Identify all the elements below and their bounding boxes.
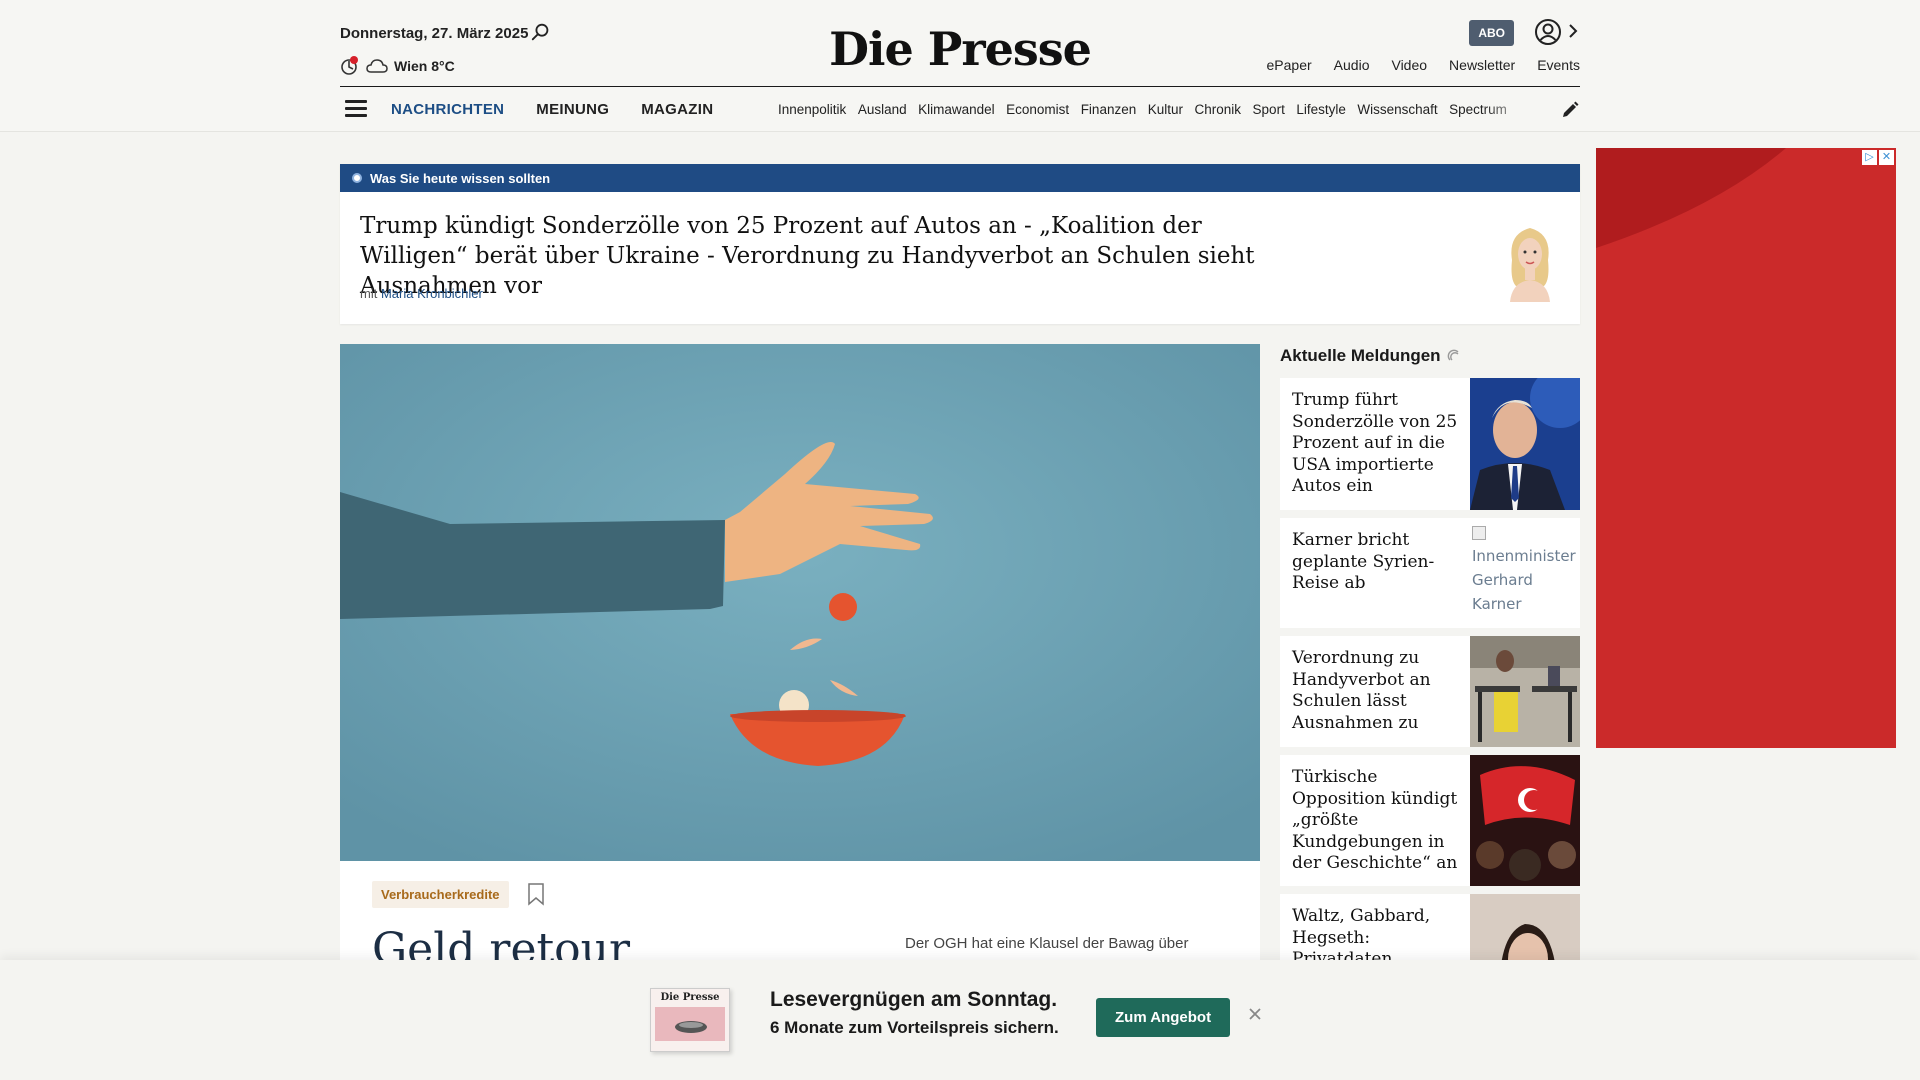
briefing-title[interactable]: Trump kündigt Sonderzölle von 25 Prozent… <box>360 211 1260 301</box>
promo-subline: 6 Monate zum Vorteilspreis sichern. <box>770 1018 1059 1037</box>
section-innenpolitik[interactable]: Innenpolitik <box>778 102 846 117</box>
subscription-banner: Die Presse Lesevergnügen am Sonntag. 6 M… <box>0 960 1920 1080</box>
hero-article: Verbraucherkredite Geld retour Der OGH h… <box>340 344 1260 1000</box>
section-finanzen[interactable]: Finanzen <box>1081 102 1137 117</box>
pencil-icon[interactable] <box>1560 100 1580 120</box>
header-inner: Donnerstag, 27. März 2025 Wien 8°C Die P… <box>340 0 1580 132</box>
briefing-dot-icon <box>352 173 362 183</box>
promo-headline: Lesevergnügen am Sonntag. <box>770 988 1058 1011</box>
list-item[interactable]: Türkische Opposition kündigt „größte Kun… <box>1280 755 1580 886</box>
utility-links: ePaper Audio Video Newsletter Events <box>1267 57 1580 73</box>
menu-icon[interactable] <box>345 100 367 118</box>
article-tag[interactable]: Verbraucherkredite <box>372 881 509 908</box>
ad-close-icon[interactable]: ✕ <box>1879 150 1894 165</box>
image-alt-text: Innenminister Gerhard Karner <box>1472 547 1576 613</box>
news-thumbnail <box>1470 755 1580 886</box>
header-divider <box>340 86 1580 87</box>
util-link-video[interactable]: Video <box>1391 57 1427 73</box>
briefing-author: mit Maria Kronbichler <box>360 286 483 301</box>
util-link-newsletter[interactable]: Newsletter <box>1449 57 1515 73</box>
section-klimawandel[interactable]: Klimawandel <box>918 102 995 117</box>
advertisement[interactable]: ▷ ✕ <box>1596 148 1896 748</box>
briefing-bar: Was Sie heute wissen sollten <box>340 164 1580 192</box>
news-title: Verordnung zu Handyverbot an Schulen läs… <box>1292 648 1431 733</box>
cover-logo: Die Presse <box>660 992 720 1003</box>
author-name[interactable]: Maria Kronbichler <box>381 286 483 301</box>
hero-teaser: Der OGH hat eine Klausel der Bawag über <box>905 935 1189 952</box>
util-link-audio[interactable]: Audio <box>1334 57 1370 73</box>
news-thumbnail <box>1470 636 1580 747</box>
author-prefix: mit <box>360 286 378 301</box>
main-nav: NACHRICHTEN MEINUNG MAGAZIN <box>391 101 713 118</box>
ad-graphic <box>1596 148 1896 748</box>
section-chronik[interactable]: Chronik <box>1195 102 1242 117</box>
news-sidebar: Aktuelle Meldungen Trump führt Sonderzöl… <box>1280 344 1580 1044</box>
section-kultur[interactable]: Kultur <box>1148 102 1183 117</box>
list-item[interactable]: Karner bricht geplante Syrien-Reise ab I… <box>1280 518 1580 628</box>
user-icon[interactable] <box>1534 18 1562 46</box>
broken-image: Innenminister Gerhard Karner <box>1470 518 1580 628</box>
util-link-epaper[interactable]: ePaper <box>1267 57 1312 73</box>
abo-button[interactable]: ABO <box>1469 20 1514 46</box>
list-item[interactable]: Trump führt Sonderzölle von 25 Prozent a… <box>1280 378 1580 510</box>
sidebar-heading-label: Aktuelle Meldungen <box>1280 346 1441 365</box>
sidebar-heading: Aktuelle Meldungen <box>1280 344 1580 368</box>
cover-image <box>655 1007 725 1041</box>
list-item[interactable]: Verordnung zu Handyverbot an Schulen läs… <box>1280 636 1580 747</box>
ad-controls: ▷ ✕ <box>1862 150 1894 165</box>
ad-info-icon[interactable]: ▷ <box>1862 150 1877 165</box>
close-icon[interactable] <box>1246 1005 1264 1023</box>
news-title: Trump führt Sonderzölle von 25 Prozent a… <box>1292 390 1458 496</box>
broken-image-icon <box>1472 525 1486 540</box>
section-sport[interactable]: Sport <box>1253 102 1285 117</box>
section-spectrum[interactable]: Spectrum <box>1449 102 1507 117</box>
newspaper-cover: Die Presse <box>650 988 730 1052</box>
news-list: Trump führt Sonderzölle von 25 Prozent a… <box>1280 378 1580 1014</box>
nav-nachrichten[interactable]: NACHRICHTEN <box>391 101 504 118</box>
daily-briefing[interactable]: Was Sie heute wissen sollten Trump kündi… <box>340 164 1580 324</box>
section-nav: Innenpolitik Ausland Klimawandel Economist F… <box>778 102 1536 117</box>
nav-magazin[interactable]: MAGAZIN <box>641 101 713 118</box>
briefing-label: Was Sie heute wissen sollten <box>370 170 551 186</box>
promo-text: Lesevergnügen am Sonntag. 6 Monate zum V… <box>770 988 1059 1038</box>
hero-image[interactable] <box>340 344 1260 861</box>
section-economist[interactable]: Economist <box>1006 102 1069 117</box>
util-link-events[interactable]: Events <box>1537 57 1580 73</box>
section-lifestyle[interactable]: Lifestyle <box>1296 102 1346 117</box>
chevron-right-icon[interactable] <box>1566 22 1580 40</box>
news-title: Karner bricht geplante Syrien-Reise ab <box>1292 530 1435 593</box>
section-ausland[interactable]: Ausland <box>858 102 907 117</box>
author-portrait <box>1510 228 1550 302</box>
bookmark-icon[interactable] <box>527 882 545 906</box>
pulse-icon <box>1447 349 1459 361</box>
news-title: Türkische Opposition kündigt „größte Kun… <box>1292 767 1458 873</box>
nav-meinung[interactable]: MEINUNG <box>536 101 609 118</box>
site-header: Donnerstag, 27. März 2025 Wien 8°C Die P… <box>0 0 1920 132</box>
news-thumbnail <box>1470 378 1580 510</box>
offer-button[interactable]: Zum Angebot <box>1096 998 1231 1037</box>
section-wissenschaft[interactable]: Wissenschaft <box>1357 102 1437 117</box>
